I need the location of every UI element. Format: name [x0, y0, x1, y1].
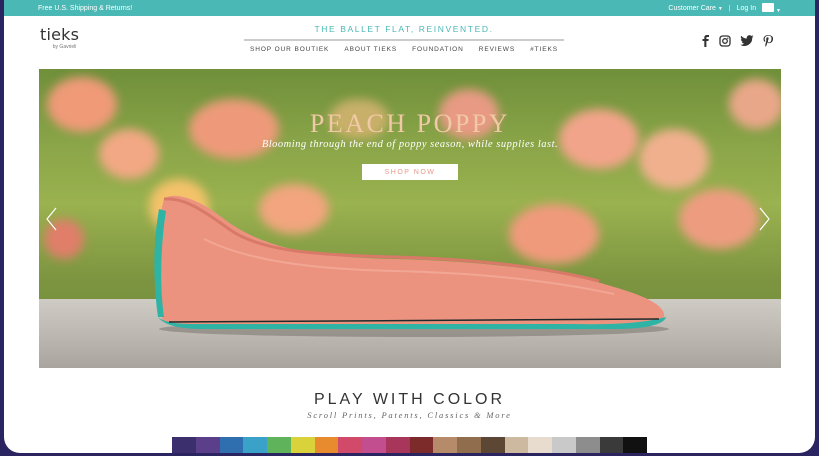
- color-swatch[interactable]: [528, 437, 552, 453]
- cart-button[interactable]: ▼: [762, 2, 781, 14]
- logo-wordmark: tieks: [40, 25, 80, 44]
- logo[interactable]: tieks by Gavrieli: [40, 25, 80, 51]
- color-swatch[interactable]: [575, 437, 600, 453]
- social-links: [701, 35, 773, 47]
- color-swatch[interactable]: [433, 437, 457, 453]
- shop-now-button[interactable]: SHOP NOW: [362, 164, 458, 180]
- nav-foundation[interactable]: FOUNDATION: [412, 46, 464, 53]
- color-swatch[interactable]: [385, 437, 410, 453]
- color-swatch[interactable]: [290, 437, 315, 453]
- tagline: THE BALLET FLAT, REINVENTED.: [314, 24, 494, 34]
- account-links: Customer Care ▼ | Log In ▼: [668, 2, 781, 14]
- nav-about[interactable]: ABOUT TIEKS: [344, 46, 397, 53]
- shipping-link[interactable]: Free U.S. Shipping & Returns!: [38, 5, 132, 12]
- color-swatch[interactable]: [195, 437, 220, 453]
- color-swatch[interactable]: [267, 437, 291, 453]
- logo-byline: by Gavrieli: [52, 44, 77, 50]
- pinterest-icon[interactable]: [763, 35, 773, 47]
- color-swatch[interactable]: [504, 437, 529, 453]
- chevron-down-icon: ▼: [717, 5, 723, 12]
- shoe-image: [154, 195, 669, 337]
- color-swatch[interactable]: [362, 437, 386, 453]
- color-swatch[interactable]: [599, 437, 624, 453]
- hero-subtitle: Blooming through the end of poppy season…: [261, 139, 559, 150]
- color-swatch[interactable]: [172, 437, 196, 453]
- nav-reviews[interactable]: REVIEWS: [479, 46, 515, 53]
- color-swatch[interactable]: [243, 437, 267, 453]
- color-swatch[interactable]: [552, 437, 576, 453]
- login-link[interactable]: Log In: [737, 5, 756, 12]
- color-swatch[interactable]: [314, 437, 339, 453]
- customer-care-label: Customer Care: [668, 4, 716, 12]
- page-frame: Free U.S. Shipping & Returns! Customer C…: [4, 0, 815, 453]
- nav-shop[interactable]: SHOP OUR BOUTIEK: [250, 46, 329, 53]
- twitter-icon[interactable]: [740, 35, 754, 47]
- cart-icon: [762, 2, 775, 12]
- chevron-right-icon[interactable]: [759, 207, 771, 236]
- color-swatch-strip[interactable]: [172, 437, 647, 453]
- color-swatch[interactable]: [338, 437, 362, 453]
- color-swatch[interactable]: [457, 437, 481, 453]
- nav-hashtag[interactable]: #TIEKS: [530, 46, 558, 53]
- background-flower: [679, 189, 759, 249]
- color-swatch[interactable]: [623, 437, 647, 453]
- separator: |: [728, 4, 731, 12]
- color-swatch[interactable]: [480, 437, 505, 453]
- hero-title: PEACH POPPY: [309, 109, 511, 138]
- facebook-icon[interactable]: [701, 35, 710, 47]
- color-swatch[interactable]: [219, 437, 244, 453]
- section-title: PLAY WITH COLOR: [313, 391, 506, 408]
- section-subtitle: Scroll Prints, Patents, Classics & More: [307, 410, 512, 420]
- chevron-left-icon[interactable]: [45, 207, 57, 236]
- tagline-divider: [244, 39, 564, 41]
- chevron-down-icon: ▼: [776, 7, 781, 14]
- color-swatch[interactable]: [409, 437, 434, 453]
- announcement-bar: Free U.S. Shipping & Returns! Customer C…: [4, 0, 815, 16]
- customer-care-dropdown[interactable]: Customer Care ▼: [668, 5, 722, 12]
- instagram-icon[interactable]: [719, 35, 731, 47]
- hero-banner[interactable]: PEACH POPPY Blooming through the end of …: [39, 69, 781, 368]
- main-nav: SHOP OUR BOUTIEK ABOUT TIEKS FOUNDATION …: [244, 46, 564, 53]
